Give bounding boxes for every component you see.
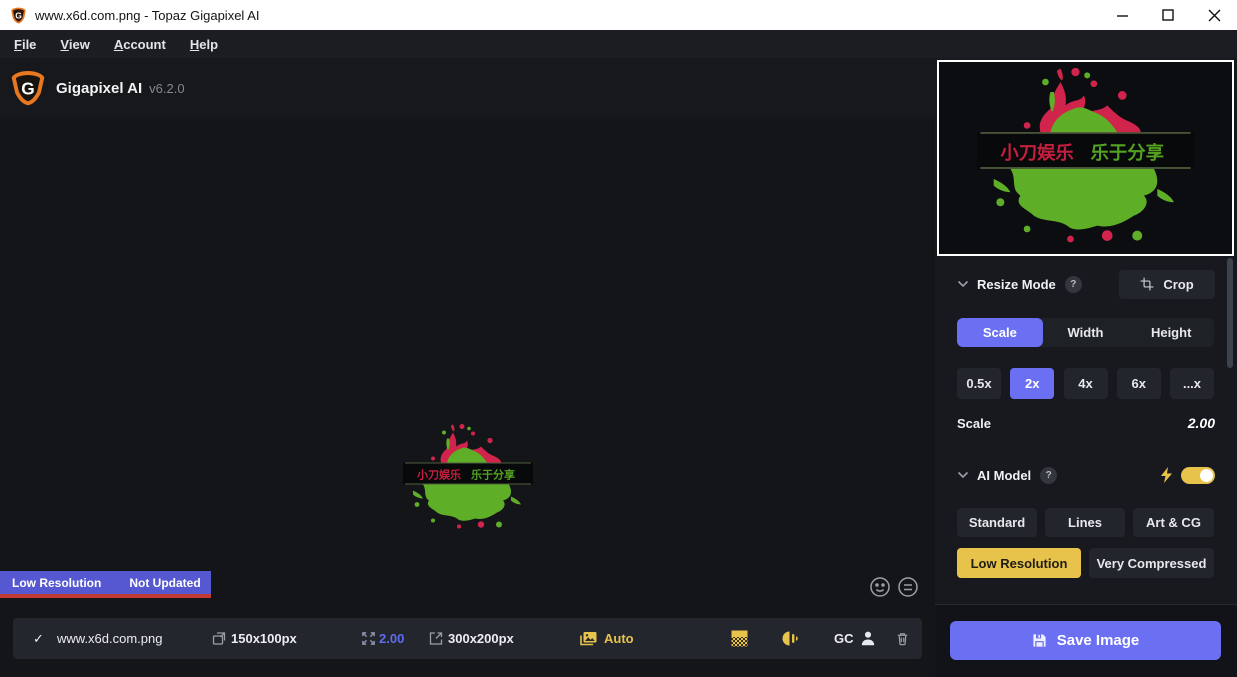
factor-4x-button[interactable]: 4x <box>1064 368 1108 399</box>
file-check-icon: ✓ <box>33 618 44 659</box>
tab-scale[interactable]: Scale <box>957 318 1043 347</box>
status-badge: Low Resolution Not Updated <box>0 571 211 598</box>
model-art-cg-button[interactable]: Art & CG <box>1133 508 1214 537</box>
image-preview-thumbnail[interactable] <box>937 60 1234 256</box>
save-area: Save Image <box>935 605 1237 677</box>
maximize-button[interactable] <box>1145 0 1191 30</box>
model-low-resolution-button[interactable]: Low Resolution <box>957 548 1081 578</box>
window-title: www.x6d.com.png - Topaz Gigapixel AI <box>35 8 260 23</box>
ai-collapse-chevron-icon[interactable] <box>957 471 969 479</box>
factor-2x-button[interactable]: 2x <box>1010 368 1054 399</box>
scale-factor-buttons: 0.5x 2x 4x 6x ...x <box>957 368 1214 399</box>
svg-text:G: G <box>15 10 22 20</box>
trash-icon[interactable] <box>895 618 910 659</box>
image-canvas[interactable]: Low Resolution Not Updated ✓ www.x6d.com… <box>0 119 935 677</box>
output-size-icon <box>428 618 444 659</box>
user-icon[interactable] <box>859 618 877 659</box>
resize-help-button[interactable]: ? <box>1065 276 1082 293</box>
close-button[interactable] <box>1191 0 1237 30</box>
ai-model-buttons-row2: Low Resolution Very Compressed <box>957 548 1214 578</box>
app-shield-icon: G <box>10 7 27 24</box>
factor-0_5x-button[interactable]: 0.5x <box>957 368 1001 399</box>
menu-file[interactable]: File <box>14 37 36 52</box>
file-info-row: ✓ www.x6d.com.png 150x100px 2.00 300x200… <box>13 618 922 659</box>
toolbar: G Gigapixel AI v6.2.0 Original <box>0 58 935 119</box>
app-version: v6.2.0 <box>149 81 184 96</box>
output-size: 300x200px <box>448 618 514 659</box>
tab-height[interactable]: Height <box>1128 318 1214 347</box>
crop-icon <box>1140 277 1154 291</box>
titlebar: G www.x6d.com.png - Topaz Gigapixel AI <box>0 0 1237 30</box>
save-floppy-icon <box>1032 633 1047 648</box>
model-lines-button[interactable]: Lines <box>1045 508 1125 537</box>
noise-suppression-icon[interactable] <box>731 618 748 659</box>
menubar: File View Account Help <box>0 30 1237 58</box>
face-recovery-icon[interactable] <box>781 618 800 659</box>
ai-model-title: AI Model <box>977 468 1031 483</box>
svg-text:G: G <box>21 78 34 98</box>
scale-expand-icon <box>361 618 376 659</box>
resize-collapse-chevron-icon[interactable] <box>957 280 969 288</box>
scale-label: Scale <box>957 416 991 431</box>
gc-label: GC <box>834 618 854 659</box>
input-size: 150x100px <box>231 618 297 659</box>
factor-custom-button[interactable]: ...x <box>1170 368 1214 399</box>
gigapixel-window: G www.x6d.com.png - Topaz Gigapixel AI F… <box>0 0 1237 677</box>
menu-view[interactable]: View <box>60 37 89 52</box>
row-scale-value: 2.00 <box>379 618 404 659</box>
gigapixel-logo-icon: G <box>10 70 46 106</box>
badge-status-label: Not Updated <box>129 576 200 590</box>
menu-account[interactable]: Account <box>114 37 166 52</box>
badge-red-bar <box>0 594 211 598</box>
ai-model-buttons-row1: Standard Lines Art & CG <box>957 508 1214 537</box>
auto-mode-label[interactable]: Auto <box>604 618 634 659</box>
canvas-image[interactable] <box>403 419 533 537</box>
tab-width[interactable]: Width <box>1043 318 1129 347</box>
minimize-button[interactable] <box>1099 0 1145 30</box>
model-standard-button[interactable]: Standard <box>957 508 1037 537</box>
app-name: Gigapixel AI <box>56 80 142 97</box>
settings-panel: Resize Mode ? Crop Scale Width Height 0.… <box>935 58 1237 677</box>
lightning-bolt-icon <box>1160 467 1173 483</box>
resize-mode-title: Resize Mode <box>977 277 1056 292</box>
panel-scrollbar-thumb[interactable] <box>1227 258 1233 368</box>
factor-6x-button[interactable]: 6x <box>1117 368 1161 399</box>
auto-mode-icon[interactable] <box>579 618 598 659</box>
brand: G Gigapixel AI v6.2.0 <box>10 70 185 106</box>
crop-button[interactable]: Crop <box>1119 270 1215 299</box>
file-name: www.x6d.com.png <box>57 618 163 659</box>
input-size-icon <box>211 618 227 659</box>
badge-model-label: Low Resolution <box>12 576 101 590</box>
resize-mode-tabs: Scale Width Height <box>957 318 1214 347</box>
save-image-button[interactable]: Save Image <box>950 621 1221 660</box>
menu-help[interactable]: Help <box>190 37 218 52</box>
feedback-neutral-icon[interactable] <box>897 576 919 598</box>
save-image-label: Save Image <box>1057 632 1140 649</box>
crop-label: Crop <box>1163 277 1193 292</box>
scale-value[interactable]: 2.00 <box>1188 415 1215 431</box>
auto-model-toggle[interactable] <box>1181 467 1215 484</box>
ai-help-button[interactable]: ? <box>1040 467 1057 484</box>
model-very-compressed-button[interactable]: Very Compressed <box>1089 548 1214 578</box>
feedback-happy-icon[interactable] <box>869 576 891 598</box>
